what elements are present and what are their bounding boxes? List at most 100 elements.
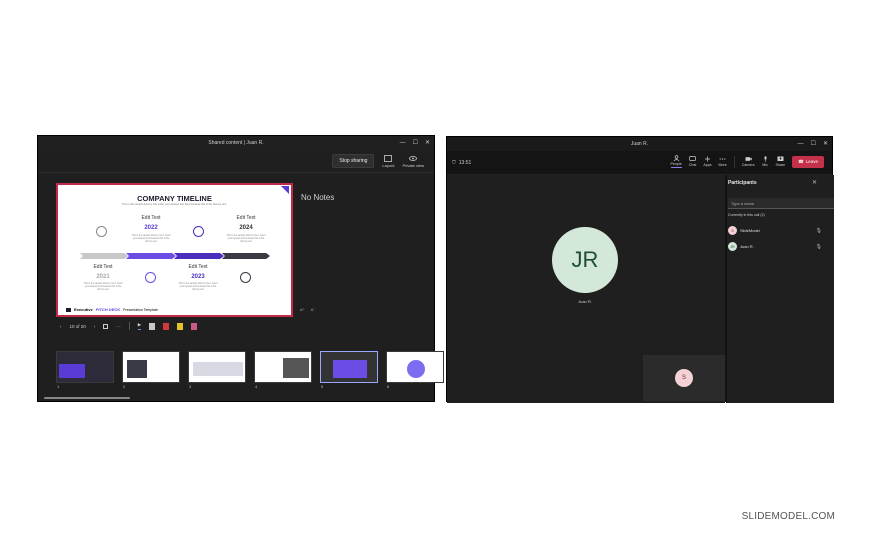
camera-button[interactable]: Camera <box>742 156 755 167</box>
meeting-tools: People Chat Apps More Camera Mic Share ☎… <box>670 155 824 168</box>
slide-thumbnail[interactable]: 4 <box>254 351 312 389</box>
slide-control-bar: ‹ 10 of 20 › ··· ▶ <box>60 322 198 330</box>
milestone-text: This is the sample Dummy Text. Insert yo… <box>178 283 218 291</box>
stop-sharing-button[interactable]: Stop sharing <box>332 154 375 168</box>
leave-button[interactable]: ☎ Leave <box>792 155 824 168</box>
chat-button[interactable]: Chat <box>689 156 696 167</box>
minimize-icon[interactable]: — <box>400 139 406 147</box>
timeline-segment <box>174 253 224 259</box>
thumb-graphic <box>127 360 147 378</box>
increase-font-button[interactable]: A⁺ <box>300 307 305 312</box>
participant-row[interactable]: JR Juan R. 🎙 <box>728 242 822 251</box>
share-button[interactable]: Share <box>776 156 785 167</box>
meeting-time: 13:51 <box>458 159 472 166</box>
slide-counter: 10 of 20 <box>69 323 86 329</box>
thumbnail-number: 6 <box>387 384 390 389</box>
people-button[interactable]: People <box>670 155 682 168</box>
timeline-segment <box>80 253 128 259</box>
thumb-graphic <box>283 358 309 378</box>
milestone-label: Edit Text <box>188 264 208 270</box>
slide-thumbnail[interactable]: 1 <box>56 351 114 389</box>
milestone-year: 2023 <box>191 274 205 280</box>
grid-view-icon[interactable] <box>103 323 109 329</box>
milestone-icon <box>193 226 204 237</box>
people-label: People <box>670 162 682 166</box>
milestone-text: This is the sample Dummy Text. Insert yo… <box>226 235 266 243</box>
decrease-font-button[interactable]: A⁻ <box>311 307 316 312</box>
window-titlebar: Juan R. — ☐ ✕ <box>447 137 832 151</box>
participant-row[interactable]: S SlideModel 🎙 <box>728 226 822 235</box>
window-title: Shared content | Juan R. <box>208 140 264 146</box>
participant-avatar: S <box>728 226 737 235</box>
slide-corner-tag <box>281 186 289 194</box>
participant-name: Juan R. <box>578 299 592 304</box>
pen-pink-tool-icon[interactable] <box>191 322 198 330</box>
shield-icon: ⛉ <box>452 159 456 166</box>
camera-icon <box>745 157 752 161</box>
window-titlebar: Shared content | Juan R. — ☐ ✕ <box>38 136 434 150</box>
previous-slide-button[interactable]: ‹ <box>60 324 62 329</box>
maximize-icon[interactable]: ☐ <box>811 140 816 148</box>
chat-icon <box>689 156 696 161</box>
thumbnail-number: 4 <box>255 384 258 389</box>
thumb-graphic <box>59 364 85 378</box>
slide-thumbnail[interactable]: 6 <box>386 351 444 389</box>
milestone-text: This is the sample Dummy Text. Insert yo… <box>83 283 123 291</box>
video-stage: JR Juan R. S <box>447 175 725 403</box>
next-slide-button[interactable]: › <box>94 324 96 329</box>
thumbnail-scrollbar[interactable] <box>44 397 130 399</box>
speaker-notes: No Notes <box>301 193 335 202</box>
participants-panel: Participants ✕ Type a name Currently in … <box>726 175 834 403</box>
slide-thumbnail[interactable]: 2 <box>122 351 180 389</box>
more-label: More <box>718 163 727 167</box>
window-title: Juan R. <box>630 141 649 147</box>
slide-thumbnail[interactable]: 3 <box>188 351 246 389</box>
close-panel-icon[interactable]: ✕ <box>812 179 817 186</box>
more-icon <box>719 158 726 160</box>
close-icon[interactable]: ✕ <box>425 139 430 147</box>
footer-brand-2: PITCH DECK <box>95 307 121 312</box>
maximize-icon[interactable]: ☐ <box>413 139 418 147</box>
milestone-icon <box>145 272 156 283</box>
self-video-tile[interactable]: S <box>643 355 725 401</box>
eraser-tool-icon[interactable] <box>149 322 156 330</box>
private-view-button[interactable]: Private view <box>402 155 424 168</box>
apps-button[interactable]: Apps <box>703 156 712 167</box>
close-icon[interactable]: ✕ <box>823 140 828 148</box>
timeline-segment <box>222 253 270 259</box>
slide-thumbnail[interactable]: 5 <box>320 351 378 389</box>
more-button[interactable]: More <box>719 156 727 167</box>
layout-button[interactable]: Layout <box>382 154 394 168</box>
meeting-window: Juan R. — ☐ ✕ ⛉ 13:51 People Chat Apps M… <box>446 136 834 403</box>
footer-brand: Executive <box>74 307 93 312</box>
milestone-year: 2021 <box>96 274 110 280</box>
slide-footer: Executive PITCH DECK Presentation Templa… <box>66 307 158 312</box>
screen: Shared content | Juan R. — ☐ ✕ Stop shar… <box>0 0 870 539</box>
pointer-tool-icon[interactable]: ▶ <box>137 322 142 330</box>
meeting-timer: ⛉ 13:51 <box>452 160 471 166</box>
pen-red-tool-icon[interactable] <box>163 322 170 330</box>
milestone-label: Edit Text <box>236 215 256 221</box>
milestone-icon <box>240 272 251 283</box>
more-options-icon[interactable]: ··· <box>116 324 121 329</box>
mic-label: Mic <box>762 163 768 167</box>
brand-watermark: SLIDEMODEL.COM <box>741 511 835 522</box>
thumbnail-number: 1 <box>57 384 60 389</box>
highlighter-tool-icon[interactable] <box>177 322 184 330</box>
participant-search-input[interactable]: Type a name <box>728 198 834 209</box>
thumbnail-number: 2 <box>123 384 126 389</box>
mic-button[interactable]: Mic <box>762 156 769 167</box>
people-icon <box>673 155 679 161</box>
milestone-year: 2022 <box>144 225 158 231</box>
presenter-toolbar: Stop sharing Layout Private view <box>38 150 434 173</box>
participant-avatar: JR <box>728 242 737 251</box>
mic-icon <box>764 156 767 162</box>
current-slide: COMPANY TIMELINE This is the sample dumm… <box>56 183 293 317</box>
minimize-icon[interactable]: — <box>798 140 804 148</box>
footer-caption: Presentation Template <box>123 307 158 312</box>
mic-icon: 🎙 <box>815 227 822 234</box>
slide-thumbnails: 1 2 3 4 5 6 <box>56 351 444 389</box>
window-controls: — ☐ ✕ <box>400 139 430 147</box>
milestone-year: 2024 <box>239 225 253 231</box>
eye-icon <box>409 155 418 161</box>
